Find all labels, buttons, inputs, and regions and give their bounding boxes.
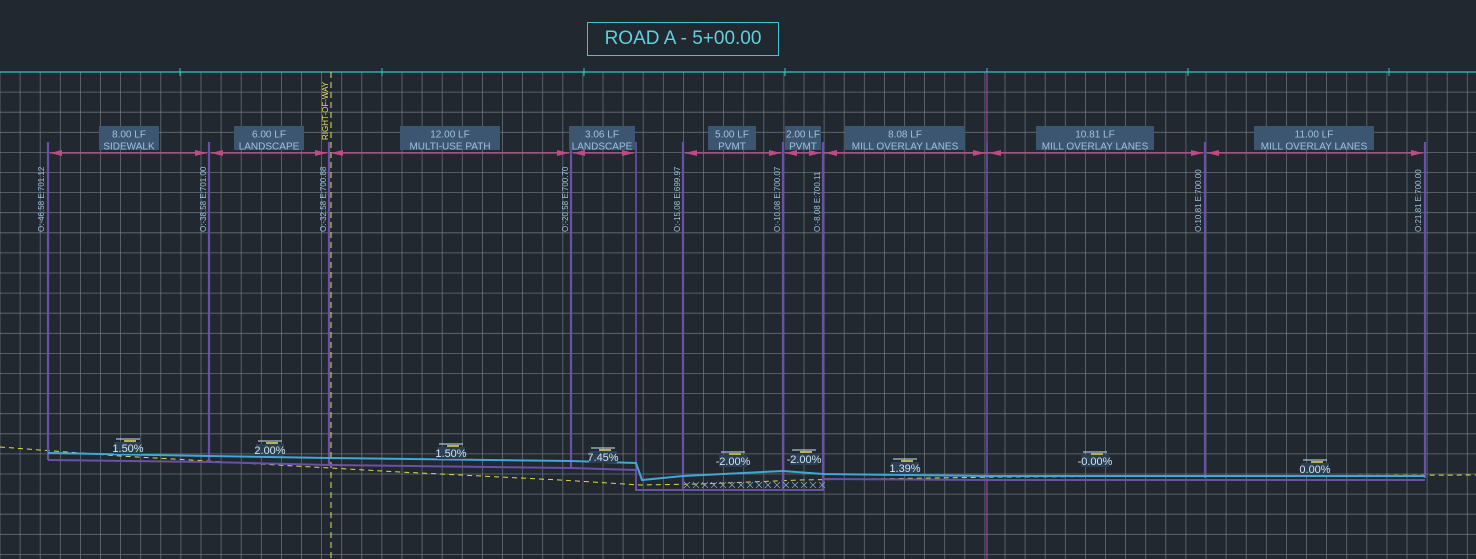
offset-elevation-label: O:-20.58 E:700.70	[561, 166, 570, 232]
segment-name-label: LANDSCAPE	[572, 142, 633, 153]
offset-elevation-label: O:-10.08 E:700.07	[773, 166, 782, 232]
cad-drawing-canvas[interactable]: 8.00 LF SIDEWALK 6.00 LF LANDSCAPE 12.00 LF M…	[0, 0, 1476, 559]
segment-boundaries	[46, 142, 1427, 490]
segment-width-label: 2.00 LF	[786, 130, 820, 141]
segment-name-label: PVMT	[718, 142, 746, 153]
offset-elevation-label: O:-32.58 E:700.88	[319, 166, 328, 232]
grade-label: -0.00%	[1078, 456, 1113, 468]
grade-label: 0.00%	[1299, 464, 1330, 476]
grade-label: 1.50%	[435, 448, 466, 460]
dimension-arrow	[331, 150, 343, 156]
right-of-way-label: RIGHT-OF-WAY	[321, 81, 330, 140]
grade-label: -2.00%	[787, 454, 822, 466]
cross-section-drawing: 8.00 LFSIDEWALK6.00 LFLANDSCAPE12.00 LFM…	[0, 68, 1476, 559]
segment-width-label: 5.00 LF	[715, 130, 749, 141]
grade-label: 7.45%	[587, 452, 618, 464]
dimension-arrow	[685, 150, 697, 156]
dimension-arrow	[989, 150, 1001, 156]
offset-elevation-label: O:-46.58 E:701.12	[37, 166, 46, 232]
segment-width-label: 11.00 LF	[1295, 130, 1334, 141]
dimension-arrow	[315, 150, 327, 156]
offset-elevation-label: O:-38.58 E:701.00	[199, 166, 208, 232]
segment-name-label: MULTI-USE PATH	[409, 142, 490, 153]
offset-elevation-label: O:10.81 E:700.00	[1194, 169, 1203, 232]
dimension-arrow	[50, 150, 62, 156]
dimension-arrow	[973, 150, 985, 156]
segment-name-label: LANDSCAPE	[239, 142, 300, 153]
segment-name-label: MILL OVERLAY LANES	[1042, 142, 1149, 153]
dimension-arrow	[1191, 150, 1203, 156]
offset-elevation-labels: O:-46.58 E:701.12 O:-38.58 E:701.00 O:-32.…	[37, 166, 1423, 232]
segment-width-label: 12.00 LF	[430, 130, 469, 141]
dimension-arrow	[1207, 150, 1219, 156]
segment-name-label: MILL OVERLAY LANES	[852, 142, 959, 153]
segment-width-label: 8.00 LF	[112, 130, 146, 141]
dimension-arrow	[1411, 150, 1423, 156]
section-title: ROAD A - 5+00.00	[587, 22, 779, 56]
grade-label: 1.50%	[112, 443, 143, 455]
dimension-arrow	[211, 150, 223, 156]
segment-labels: 8.00 LFSIDEWALK6.00 LFLANDSCAPE12.00 LFM…	[99, 126, 1374, 153]
offset-elevation-label: O:-15.08 E:699.97	[673, 166, 682, 232]
grade-label: -2.00%	[716, 456, 751, 468]
grade-label: 2.00%	[254, 445, 285, 457]
grade-label: 1.39%	[889, 463, 920, 475]
segment-name-label: MILL OVERLAY LANES	[1261, 142, 1368, 153]
segment-width-label: 8.08 LF	[888, 130, 922, 141]
segment-name-label: SIDEWALK	[103, 142, 155, 153]
offset-elevation-label: O:-8.08 E:700.11	[813, 171, 822, 232]
offset-elevation-label: O:21.81 E:700.00	[1414, 169, 1423, 232]
segment-width-label: 10.81 LF	[1075, 130, 1114, 141]
segment-width-label: 3.06 LF	[585, 130, 619, 141]
segment-name-label: PVMT	[789, 142, 817, 153]
dimension-arrow	[769, 150, 781, 156]
segment-width-label: 6.00 LF	[252, 130, 286, 141]
